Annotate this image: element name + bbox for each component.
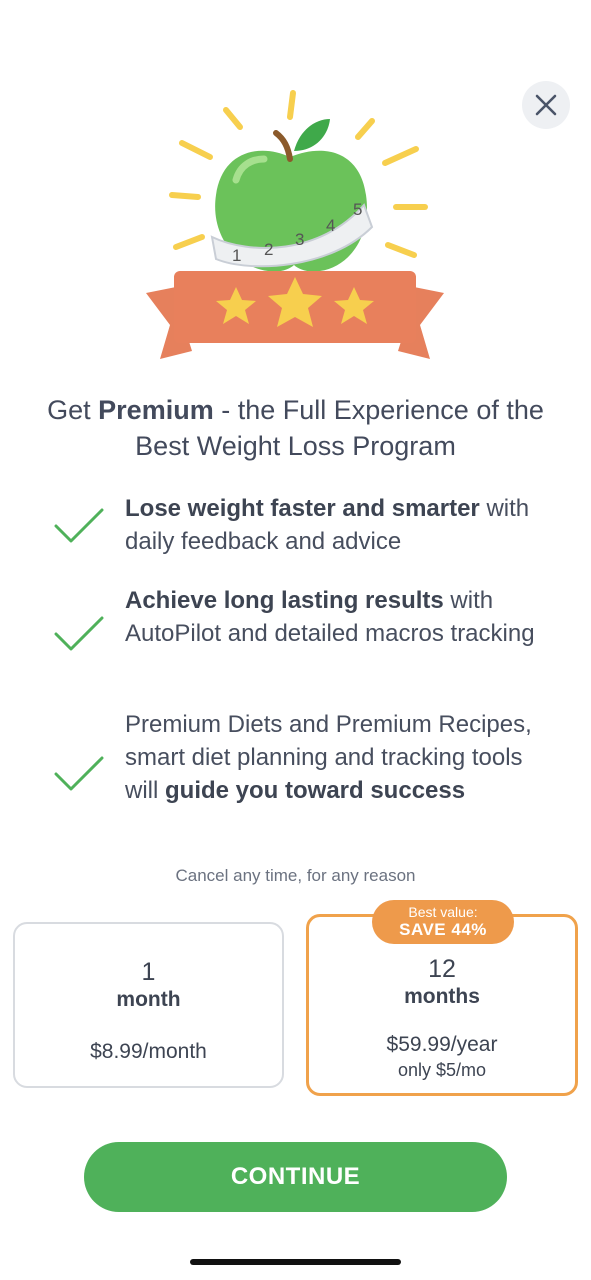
badge-line-1: Best value: xyxy=(408,904,478,920)
plan-option-1-month[interactable]: 1 month $8.99/month xyxy=(13,922,284,1088)
home-indicator xyxy=(190,1259,401,1265)
feature-bold: guide you toward success xyxy=(165,777,466,804)
check-icon xyxy=(54,756,104,791)
feature-text: Premium Diets and Premium Recipes, smart… xyxy=(125,708,555,807)
plan-price: $8.99/month xyxy=(90,1040,207,1063)
close-button[interactable] xyxy=(522,81,570,129)
feature-bold: Achieve long lasting results xyxy=(125,587,444,614)
plan-monthly-equivalent: only $5/mo xyxy=(397,1060,487,1080)
badge-line-2: SAVE 44% xyxy=(399,920,487,939)
tape-number-3: 3 xyxy=(295,230,304,249)
best-value-badge: Best value: SAVE 44% xyxy=(372,900,514,944)
feature-text: Achieve long lasting results with AutoPi… xyxy=(125,584,555,650)
headline-prefix: Get xyxy=(47,395,99,425)
apple-measuring-tape-stars-illustration: 1 2 3 4 5 xyxy=(146,90,444,359)
premium-paywall-screen: 1 2 3 4 5 Get Premium - the Full Experie… xyxy=(0,0,591,1280)
tape-number-4: 4 xyxy=(326,216,335,235)
headline-bold: Premium xyxy=(98,395,214,425)
check-icon xyxy=(54,616,104,651)
plan-price: $59.99/year xyxy=(386,1033,498,1056)
tape-number-2: 2 xyxy=(264,240,273,259)
plan-duration-unit: months xyxy=(404,985,480,1008)
plan-duration-number: 12 xyxy=(428,955,456,983)
feature-bold: Lose weight faster and smarter xyxy=(125,495,480,522)
plan-duration-number: 1 xyxy=(141,958,156,986)
plan-duration-unit: month xyxy=(116,988,181,1011)
continue-button[interactable]: CONTINUE xyxy=(84,1142,507,1212)
tape-number-1: 1 xyxy=(232,246,241,265)
cancel-note: Cancel any time, for any reason xyxy=(175,866,416,885)
check-icon xyxy=(54,508,104,543)
feature-text: Lose weight faster and smarter with dail… xyxy=(125,492,555,558)
tape-number-5: 5 xyxy=(353,200,362,219)
headline: Get Premium - the Full Experience of the… xyxy=(30,392,561,464)
close-icon xyxy=(535,94,557,116)
